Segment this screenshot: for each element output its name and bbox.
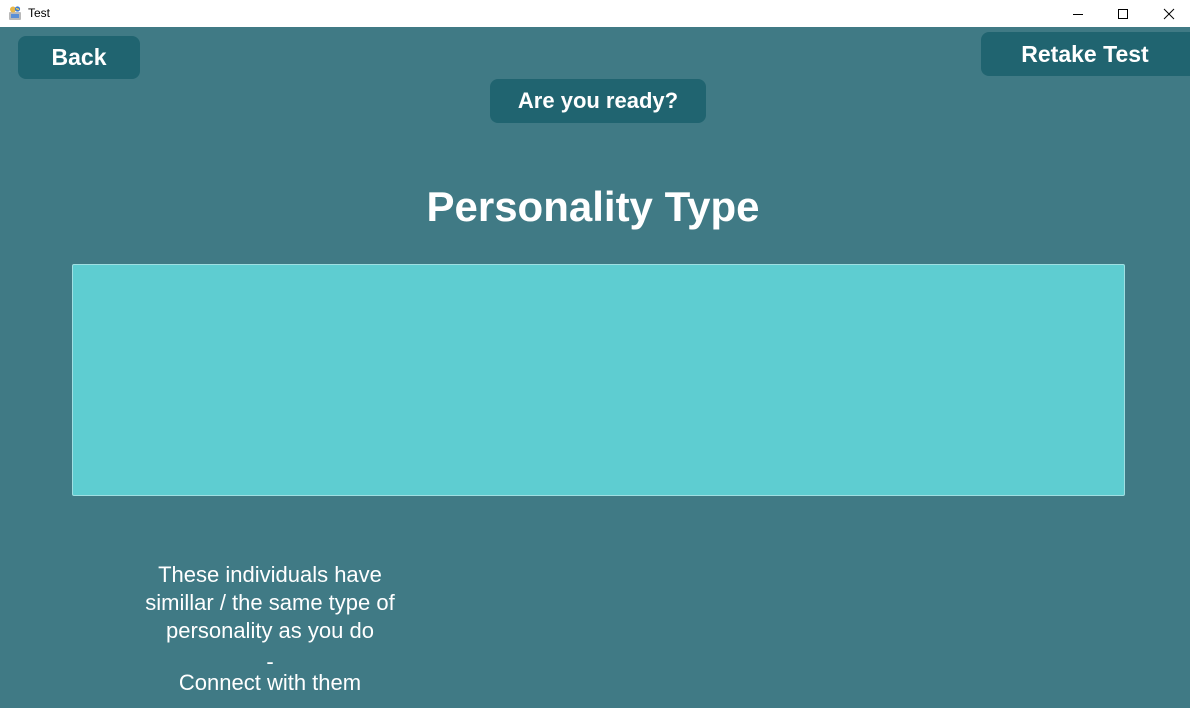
minimize-icon	[1073, 13, 1083, 15]
similar-personality-description: These individuals have simillar / the sa…	[110, 561, 430, 697]
title-bar[interactable]: Test	[0, 0, 1190, 27]
close-button[interactable]	[1146, 0, 1190, 27]
window-title: Test	[28, 6, 51, 20]
back-button[interactable]: Back	[18, 36, 140, 79]
retake-test-button[interactable]: Retake Test	[981, 32, 1190, 76]
maximize-button[interactable]	[1100, 0, 1146, 27]
description-line: These individuals have	[158, 562, 382, 587]
are-you-ready-button[interactable]: Are you ready?	[490, 79, 706, 123]
maximize-icon	[1118, 8, 1128, 19]
description-separator: -	[266, 649, 274, 674]
description-line: personality as you do	[166, 618, 374, 643]
minimize-button[interactable]	[1055, 0, 1101, 27]
close-icon	[1163, 8, 1175, 19]
app-window: Test Back Retake Test Are you ready? Per…	[0, 0, 1190, 708]
page-title: Personality Type	[426, 183, 760, 230]
personality-result-panel	[72, 264, 1125, 496]
app-icon	[7, 5, 23, 21]
connect-with-them-text: Connect with them	[178, 670, 362, 695]
description-line: simillar / the same type of	[145, 590, 395, 615]
